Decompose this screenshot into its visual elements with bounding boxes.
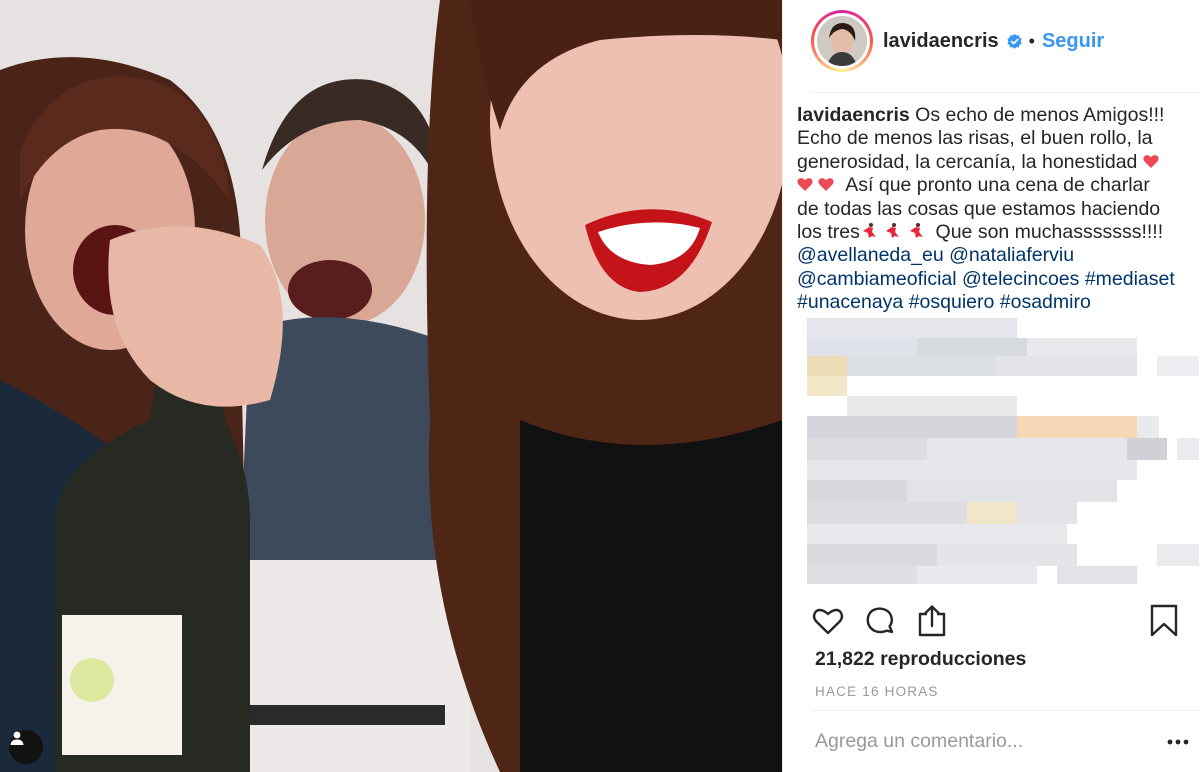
user-tag-icon	[10, 731, 24, 745]
caption-line-3: generosidad, la cercanía, la honestidad	[797, 150, 1138, 173]
bookmark-icon[interactable]	[1147, 604, 1181, 638]
caption-username[interactable]: lavidaencris	[797, 104, 910, 126]
mention-link[interactable]: @avellaneda_eu	[797, 244, 944, 266]
mention-link[interactable]: @telecincoes	[962, 268, 1079, 290]
comment-icon[interactable]	[863, 604, 897, 638]
caption-line-4: Así que pronto una cena de charlar	[845, 174, 1150, 197]
caption-line-1: Os echo de menos Amigos!!!	[915, 104, 1165, 126]
hashtag-link[interactable]: #mediaset	[1085, 268, 1175, 290]
heart-icon[interactable]	[811, 604, 845, 638]
caption-line-5: de todas las cosas que estamos haciendo	[797, 197, 1161, 220]
follow-button[interactable]: Seguir	[1042, 30, 1104, 53]
comment-form	[811, 710, 1200, 772]
comment-input[interactable]	[815, 730, 1145, 753]
instagram-post: lavidaencris • Seguir lavidaencris Os ec…	[0, 0, 1200, 772]
hashtag-link[interactable]: #unacenaya	[797, 291, 903, 313]
share-icon[interactable]	[915, 604, 949, 638]
mention-link[interactable]: @nataliaferviu	[949, 244, 1074, 266]
red-heart-emoji-icon	[818, 178, 835, 192]
caption-line-2: Echo de menos las risas, el buen rollo, …	[797, 127, 1153, 150]
dancer-emoji-icon	[909, 223, 923, 239]
verified-icon	[1006, 33, 1022, 49]
post-video[interactable]	[0, 0, 782, 772]
hashtag-link[interactable]: #osquiero	[909, 291, 995, 313]
caption-line-6b: Que son muchasssssss!!!!	[935, 221, 1164, 244]
post-timestamp[interactable]: HACE 16 HORAS	[815, 684, 939, 699]
more-options-icon[interactable]	[1167, 737, 1189, 747]
post-header: lavidaencris • Seguir	[783, 0, 1200, 82]
post-side-panel: lavidaencris • Seguir lavidaencris Os ec…	[782, 0, 1200, 772]
pixelated-comments	[807, 318, 1199, 584]
caption-line-6a: los tres	[797, 221, 860, 244]
hashtag-link[interactable]: #osadmiro	[1000, 291, 1091, 313]
red-heart-emoji-icon	[1143, 154, 1159, 168]
header-username[interactable]: lavidaencris	[883, 30, 999, 53]
header-divider	[811, 92, 1200, 93]
header-separator: •	[1028, 30, 1035, 51]
red-heart-emoji-icon	[797, 178, 813, 192]
dancer-emoji-icon	[886, 223, 900, 239]
tagged-users-button[interactable]	[9, 730, 43, 764]
view-count-label: reproducciones	[880, 648, 1027, 670]
dancer-emoji-icon	[862, 223, 876, 239]
post-actions	[797, 604, 1193, 644]
avatar[interactable]	[811, 10, 873, 72]
view-count: 21,822 reproducciones	[815, 648, 1026, 671]
post-caption: lavidaencris Os echo de menos Amigos!!! …	[797, 104, 1179, 315]
video-frame	[0, 0, 782, 772]
view-count-number: 21,822	[815, 648, 875, 670]
mention-link[interactable]: @cambiameoficial	[797, 268, 957, 290]
